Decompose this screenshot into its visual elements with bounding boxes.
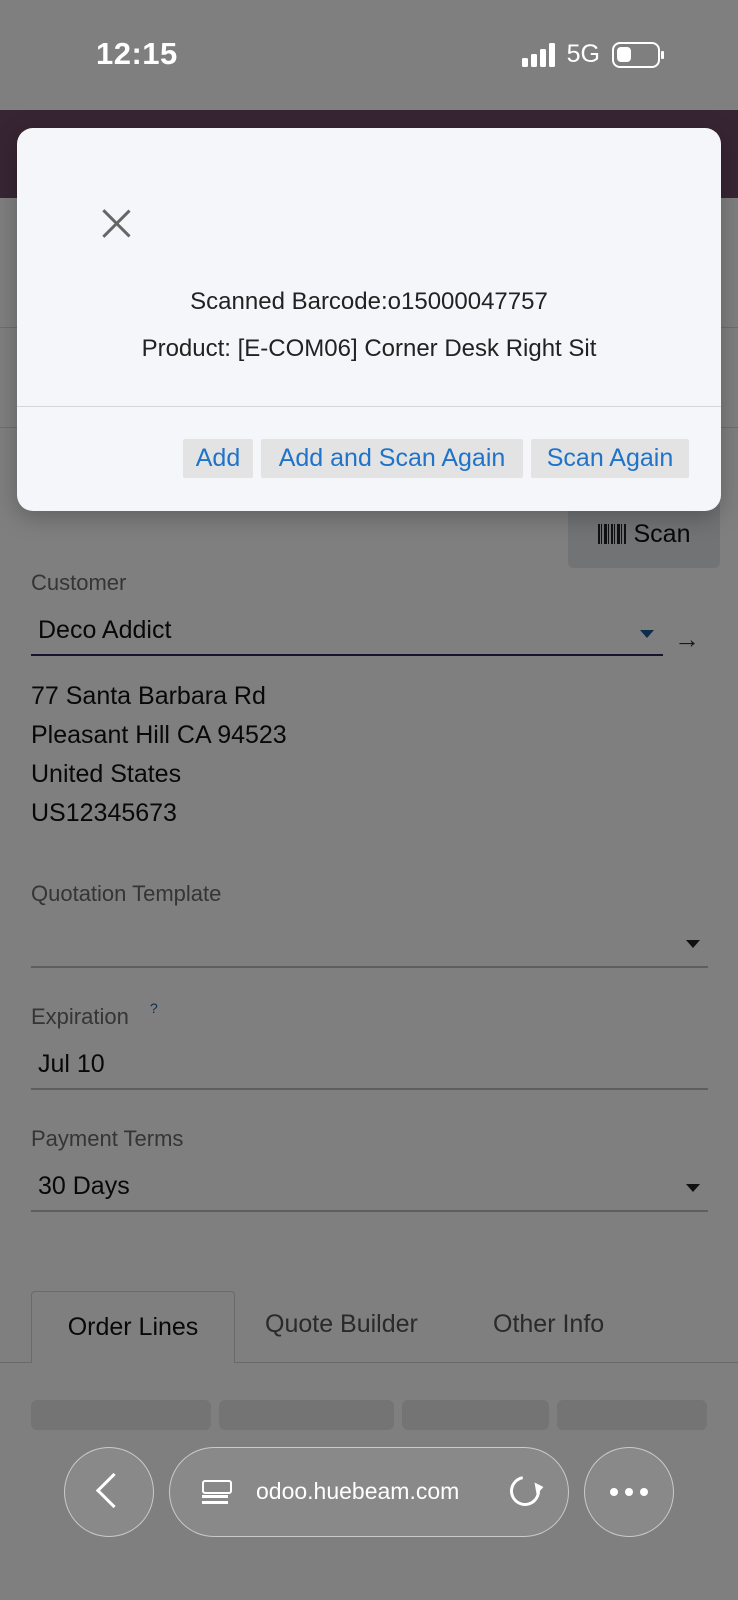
- browser-more-button[interactable]: [584, 1447, 674, 1537]
- browser-back-button[interactable]: [64, 1447, 154, 1537]
- status-time: 12:15: [96, 36, 178, 71]
- scanned-barcode-text: Scanned Barcode:o15000047757: [190, 288, 548, 315]
- add-button[interactable]: Add: [183, 439, 253, 478]
- more-dot-icon: [625, 1488, 633, 1496]
- scan-again-button[interactable]: Scan Again: [531, 439, 689, 478]
- add-and-scan-again-button[interactable]: Add and Scan Again: [261, 439, 523, 478]
- status-indicators: 5G: [521, 40, 664, 69]
- reload-icon[interactable]: [504, 1470, 546, 1512]
- network-type: 5G: [566, 40, 600, 68]
- signal-icon: [521, 42, 555, 67]
- scan-result-dialog: Scanned Barcode:o15000047757 Product: [E…: [17, 128, 721, 511]
- url-text: odoo.huebeam.com: [256, 1478, 460, 1504]
- dialog-divider: [17, 406, 721, 407]
- tabs-icon[interactable]: [202, 1480, 232, 1504]
- close-icon[interactable]: [101, 208, 131, 238]
- browser-address-bar[interactable]: odoo.huebeam.com: [169, 1447, 569, 1537]
- more-dot-icon: [640, 1488, 648, 1496]
- more-dot-icon: [610, 1488, 618, 1496]
- battery-icon: [612, 41, 664, 68]
- product-text: Product: [E-COM06] Corner Desk Right Sit: [141, 335, 597, 362]
